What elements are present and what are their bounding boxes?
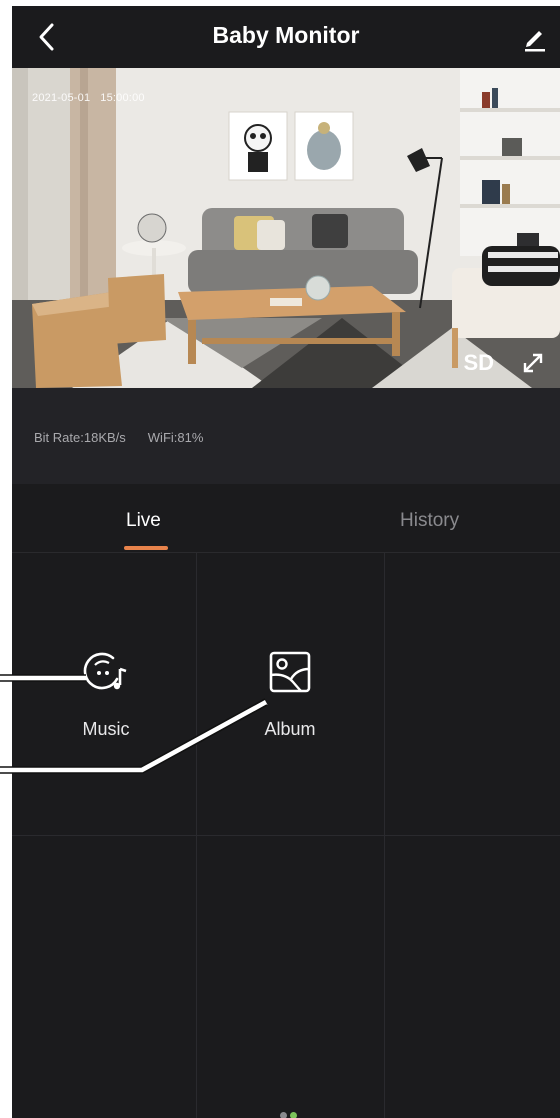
music-face-icon [83,652,127,690]
music-label: Music [82,719,130,739]
album-button[interactable]: Album [200,649,380,740]
phone-screen: Baby Monitor 2021-05-01 15:00:00 SD Bit … [12,6,560,1118]
video-timestamp: 2021-05-01 15:00:00 [32,92,145,104]
grid-divider [12,835,560,836]
app-header: Baby Monitor [12,6,560,68]
live-video-view[interactable]: 2021-05-01 15:00:00 SD [12,68,560,388]
album-label: Album [264,719,316,739]
camera-scene-image [12,68,560,388]
tab-bar: Live History [12,484,560,553]
page-indicator [280,1106,300,1118]
page-dot [280,1112,287,1118]
page-title: Baby Monitor [212,22,360,48]
music-button[interactable]: Music [16,649,196,740]
expand-diagonal-icon[interactable] [520,350,546,376]
video-date: 2021-05-01 [32,92,91,104]
page-dot-active [290,1112,297,1118]
album-image-icon [269,651,311,693]
active-tab-indicator [124,546,168,550]
stream-stats-bar: Bit Rate:18KB/s WiFi:81% [12,388,560,484]
feature-grid: Music Album [12,553,560,1118]
bit-rate-text: Bit Rate:18KB/s [34,430,126,445]
video-time: 15:00:00 [100,92,145,104]
tab-live[interactable]: Live [126,510,161,532]
tab-history[interactable]: History [400,510,459,532]
stream-stats-text: Bit Rate:18KB/s WiFi:81% [34,430,203,445]
wifi-strength-text: WiFi:81% [147,430,204,445]
quality-toggle-button[interactable]: SD [463,350,494,376]
edit-pencil-icon[interactable] [520,22,550,52]
